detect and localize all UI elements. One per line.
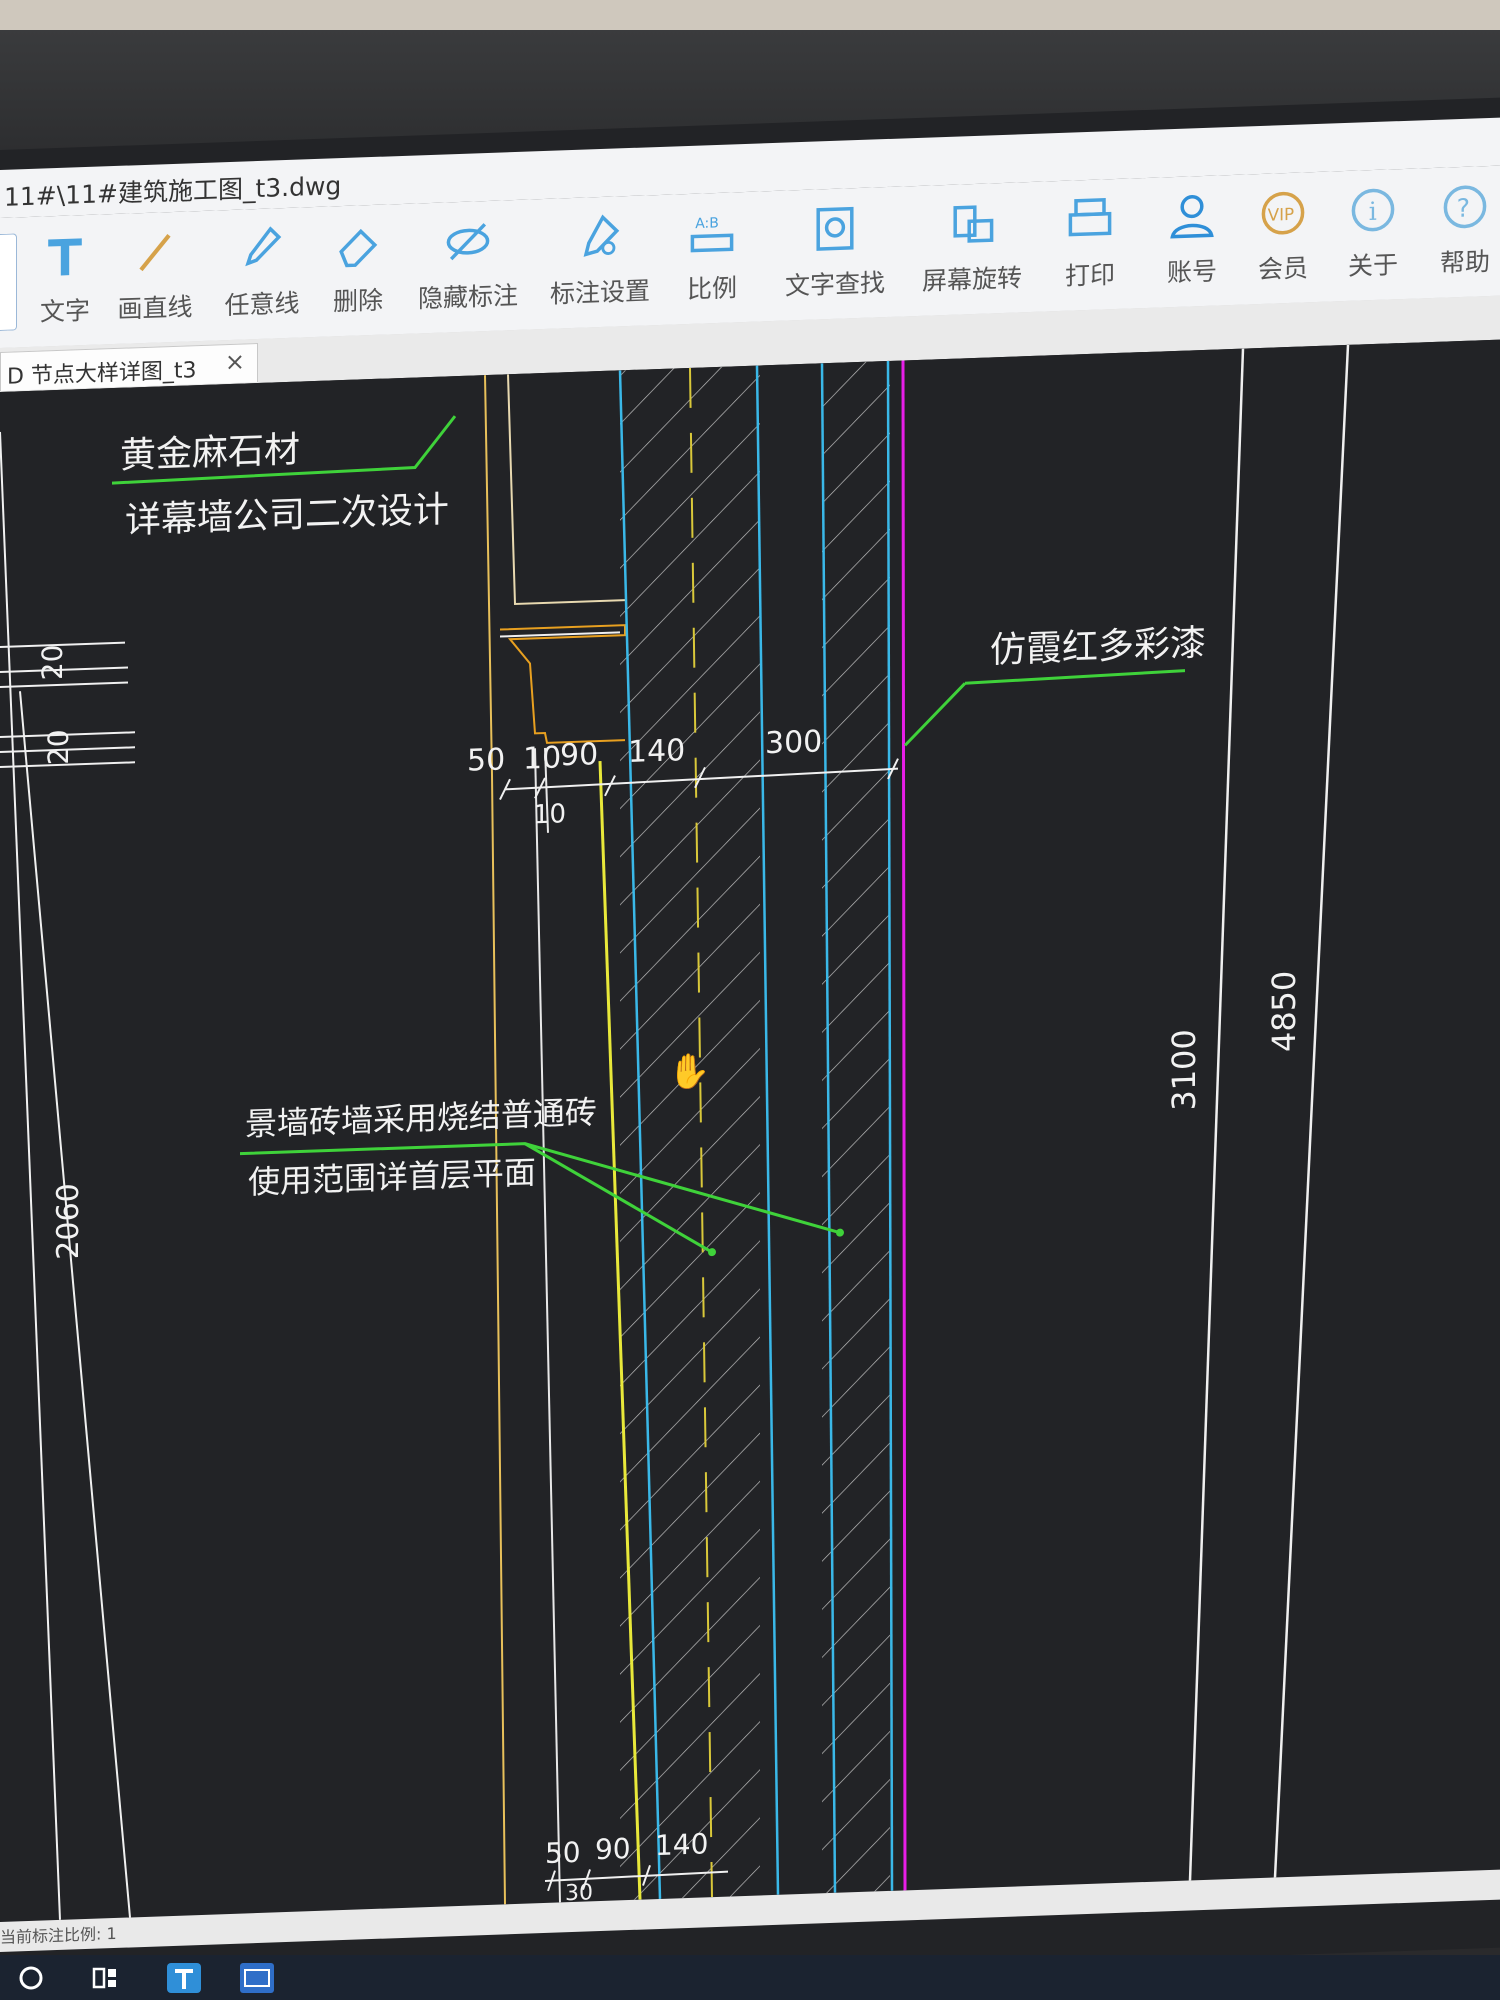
scale-button[interactable]: A:B 比例 <box>657 199 767 318</box>
annotation-stone: 黄金麻石材 <box>120 430 300 477</box>
cad-drawing: ✋ 黄金麻石材 详幕墙公司二次设计 仿霞红多彩漆 景墙砖墙采用烧结普通砖 使用范… <box>0 344 1350 1920</box>
search-circle-icon[interactable] <box>14 1961 52 1995</box>
tool-label: 标注设置 <box>549 276 650 309</box>
tool-label: 删除 <box>332 285 383 317</box>
dim-text: 50 <box>467 742 505 778</box>
svg-text:i: i <box>1369 197 1377 226</box>
pen-icon <box>207 215 317 283</box>
dim-height-2060: 2060 <box>51 1183 86 1261</box>
text-search-button[interactable]: 文字查找 <box>780 195 890 314</box>
cad-app-icon[interactable] <box>238 1961 276 1995</box>
dim-text: 10 <box>523 740 561 776</box>
text-app-icon[interactable] <box>165 1961 203 1995</box>
dim-text: 90 <box>595 1832 631 1866</box>
svg-text:VIP: VIP <box>1268 204 1295 225</box>
wall-background <box>0 0 1500 30</box>
settings-icon <box>545 203 655 271</box>
tool-label: 文字查找 <box>784 268 885 301</box>
eye-hidden-icon <box>413 208 523 276</box>
tool-label: 打印 <box>1064 260 1115 291</box>
svg-text:?: ? <box>1457 193 1470 222</box>
dim-text: 50 <box>545 1836 581 1870</box>
annotation-brick-line2: 使用范围详首层平面 <box>248 1153 536 1201</box>
tool-label: 任意线 <box>224 288 300 321</box>
tool-label: 屏幕旋转 <box>921 263 1022 296</box>
rotate-icon <box>917 190 1027 258</box>
dim-text: 300 <box>765 724 822 761</box>
dim-text: 20 <box>36 644 69 681</box>
dim-text: 140 <box>655 1827 708 1862</box>
outline-line <box>19 691 131 1918</box>
freehand-tool-button[interactable]: 任意线 <box>207 215 317 334</box>
ruler-icon: A:B <box>657 199 767 267</box>
tool-label: 隐藏标注 <box>417 280 518 314</box>
tab-label: D 节点大样详图_t3 <box>7 358 197 390</box>
dim-text: 20 <box>42 729 75 766</box>
stone-moulding-profile <box>484 374 626 1905</box>
tool-label: 画直线 <box>117 292 193 324</box>
delete-tool-button[interactable]: 删除 <box>303 212 413 331</box>
hide-annotation-button[interactable]: 隐藏标注 <box>413 208 523 327</box>
window-title: 11#\11#建筑施工图_t3.dwg <box>4 171 342 212</box>
print-button[interactable]: 打印 <box>1035 186 1145 305</box>
tool-label: 比例 <box>686 273 737 305</box>
eraser-icon <box>303 212 413 280</box>
screen-rotate-button[interactable]: 屏幕旋转 <box>917 190 1027 309</box>
close-icon[interactable]: × <box>225 347 245 376</box>
help-icon: ? <box>1410 173 1500 241</box>
dim-text: 140 <box>628 733 685 770</box>
search-text-icon <box>780 195 890 263</box>
dim-height-4850: 4850 <box>1265 970 1303 1053</box>
line-icon <box>100 219 210 287</box>
magenta-finish-line <box>901 360 907 1891</box>
line-tool-button[interactable]: 画直线 <box>100 219 210 338</box>
hand-cursor-icon: ✋ <box>668 1051 710 1092</box>
tool-label: 帮助 <box>1439 246 1490 278</box>
dim-height-3100: 3100 <box>1165 1029 1203 1112</box>
annotation-paint: 仿霞红多彩漆 <box>990 623 1206 672</box>
svg-text:A:B: A:B <box>695 215 719 232</box>
help-button[interactable]: ? 帮助 <box>1410 173 1500 292</box>
task-view-icon[interactable] <box>88 1961 126 1995</box>
screen: 11#\11#建筑施工图_t3.dwg 文字 画直线 任意线 删除 隐藏标注 标… <box>0 97 1500 2000</box>
drawing-canvas[interactable]: ✋ 黄金麻石材 详幕墙公司二次设计 仿霞红多彩漆 景墙砖墙采用烧结普通砖 使用范… <box>0 339 1500 1922</box>
dim-text: 10 <box>533 799 566 830</box>
annotation-curtain-wall: 详幕墙公司二次设计 <box>125 489 449 541</box>
outline-line <box>1188 348 1245 1881</box>
annotation-settings-button[interactable]: 标注设置 <box>545 203 655 322</box>
printer-icon <box>1035 186 1145 254</box>
taskbar <box>0 1955 1500 2000</box>
dim-text: 90 <box>560 737 598 773</box>
status-text: 当前标注比例: 1 <box>0 1923 117 1947</box>
outline-line <box>1273 344 1350 1878</box>
